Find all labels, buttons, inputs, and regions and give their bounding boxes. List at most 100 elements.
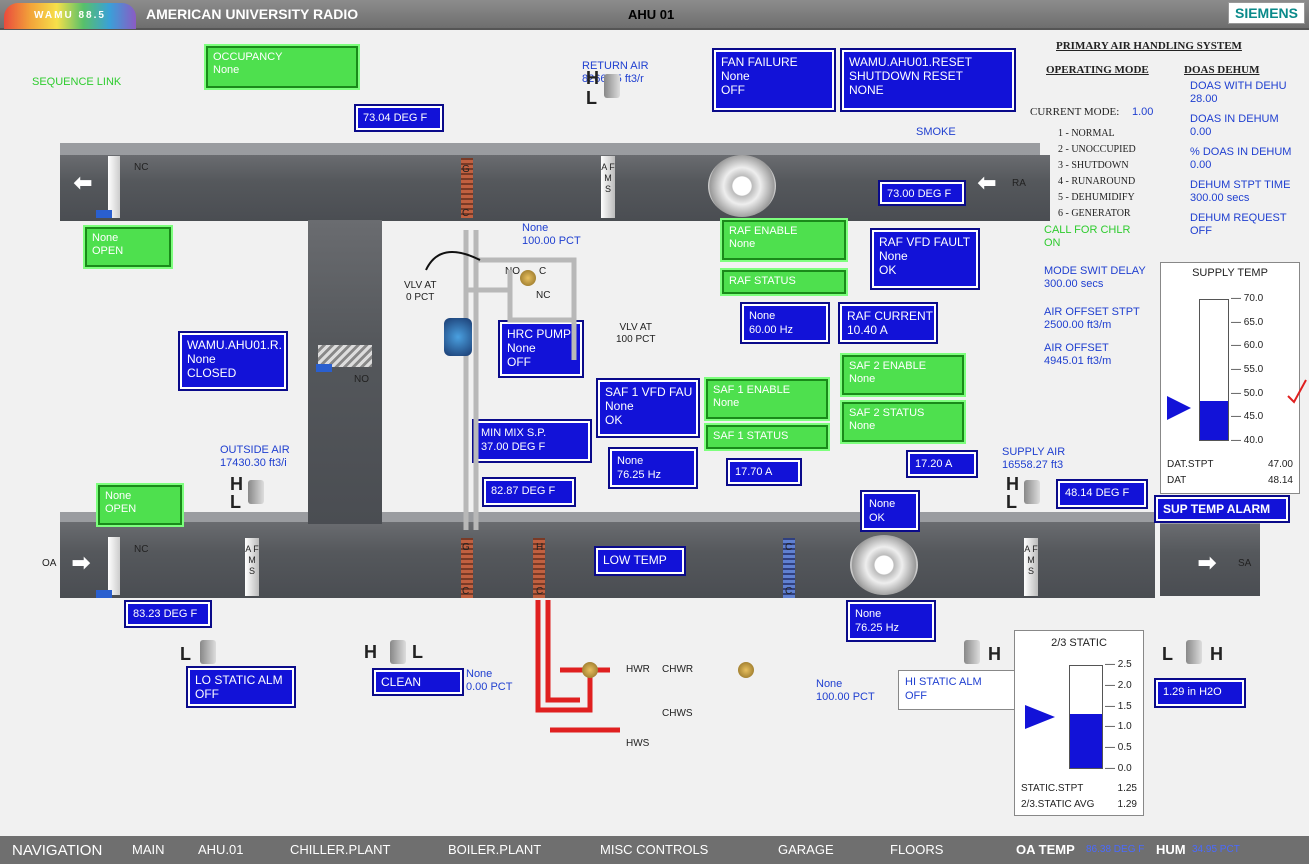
raf-vfd-fault[interactable]: RAF VFD FAULT None OK bbox=[870, 228, 980, 290]
saf2-speed[interactable]: None 76.25 Hz bbox=[846, 600, 936, 642]
saf2-speed-cmd: None bbox=[855, 608, 882, 620]
doas-list: DOAS WITH DEHU 28.00 DOAS IN DEHUM 0.00% DO… bbox=[1190, 80, 1291, 245]
air-offset-stpt: AIR OFFSET STPT 2500.00 ft3/m bbox=[1044, 306, 1140, 332]
tick-label: — 1.5 bbox=[1105, 700, 1132, 712]
return-fan[interactable] bbox=[708, 155, 776, 217]
hrc-valve-icon[interactable] bbox=[520, 270, 536, 286]
nc-label: NC bbox=[134, 162, 149, 173]
coil-c-label-5: C bbox=[785, 586, 793, 597]
supply-air-temp[interactable]: 48.14 DEG F bbox=[1056, 479, 1148, 509]
occupancy-status[interactable]: OCCUPANCY None bbox=[204, 44, 360, 90]
nav-hum-value: 34.95 PCT bbox=[1192, 844, 1240, 855]
raf-speed[interactable]: None 60.00 Hz bbox=[740, 302, 830, 344]
supply-air-value: 16558.27 ft3 bbox=[1002, 459, 1064, 471]
raf-enable-value: None bbox=[729, 238, 756, 250]
header-bar: WAMU 88.5 AMERICAN UNIVERSITY RADIO AHU … bbox=[0, 0, 1309, 30]
supply-temp-bar bbox=[1199, 299, 1229, 441]
raf-current[interactable]: RAF CURRENT 10.40 A bbox=[838, 302, 938, 344]
supply-air-title: SUPPLY AIR bbox=[1002, 446, 1066, 458]
dat-value: 48.14 bbox=[1267, 475, 1293, 486]
station-title: AMERICAN UNIVERSITY RADIO bbox=[146, 6, 359, 22]
cooling-valve-icon[interactable] bbox=[738, 662, 754, 678]
occupancy-title: OCCUPANCY bbox=[213, 51, 283, 63]
exhaust-damper-status[interactable]: None OPEN bbox=[83, 225, 173, 269]
hi-static-alarm[interactable]: HI STATIC ALM OFF bbox=[898, 670, 1018, 710]
current-mode-label: CURRENT MODE: bbox=[1030, 106, 1120, 118]
nav-main[interactable]: MAIN bbox=[132, 842, 165, 857]
cooling-valve-cmd: None bbox=[816, 678, 843, 690]
call-chlr-label: CALL FOR CHLR bbox=[1044, 224, 1131, 236]
hrc-pump-icon[interactable] bbox=[444, 318, 472, 356]
lo-static-alarm[interactable]: LO STATIC ALM OFF bbox=[186, 666, 296, 708]
supply-fan[interactable] bbox=[850, 535, 918, 595]
relief-damper-cmd: None bbox=[187, 352, 216, 366]
static-bar bbox=[1069, 665, 1103, 769]
smoke-det-cmd: None bbox=[869, 498, 896, 510]
saf1-amps[interactable]: 17.70 A bbox=[726, 458, 802, 486]
hi-static-sensor bbox=[964, 640, 980, 664]
exhaust-damper[interactable] bbox=[108, 156, 120, 218]
raf-enable[interactable]: RAF ENABLE None bbox=[720, 218, 848, 262]
relief-damper[interactable]: WAMU.AHU01.R. None CLOSED bbox=[178, 331, 288, 391]
tick-label: — 50.0 bbox=[1231, 387, 1264, 399]
outside-air-title: OUTSIDE AIR bbox=[220, 444, 290, 456]
reset-label: SHUTDOWN RESET bbox=[849, 69, 963, 83]
static-stpt-value: 1.25 bbox=[1117, 783, 1137, 794]
static-pressure-value[interactable]: 1.29 in H2O bbox=[1154, 678, 1246, 708]
nav-floors[interactable]: FLOORS bbox=[890, 842, 943, 857]
relief-damper-state: CLOSED bbox=[187, 366, 237, 380]
saf2-enable-title: SAF 2 ENABLE bbox=[849, 360, 927, 372]
saf2-status[interactable]: SAF 2 STATUS None bbox=[840, 400, 966, 444]
outside-air-damper[interactable] bbox=[108, 537, 120, 595]
oa-airflow-sensor bbox=[248, 480, 264, 504]
supply-temp-gauge: SUPPLY TEMP — 70.0 — 65.0 — 60.0 — 55.0 — 50… bbox=[1160, 262, 1300, 494]
static-avg-label: 2/3.STATIC AVG bbox=[1021, 799, 1095, 810]
tick-label: — 1.0 bbox=[1105, 721, 1132, 733]
saf1-status[interactable]: SAF 1 STATUS bbox=[704, 423, 830, 451]
saf2-amps[interactable]: 17.20 A bbox=[906, 450, 978, 478]
nav-garage[interactable]: GARAGE bbox=[778, 842, 834, 857]
static-fill bbox=[1070, 714, 1102, 768]
doas-item-value: OFF bbox=[1190, 225, 1212, 237]
mixed-air-temp[interactable]: 73.04 DEG F bbox=[354, 104, 444, 132]
mode-item: 2 - UNOCCUPIED bbox=[1058, 144, 1136, 155]
shutdown-reset[interactable]: WAMU.AHU01.RESET SHUTDOWN RESET NONE bbox=[840, 48, 1016, 112]
saf2-enable[interactable]: SAF 2 ENABLE None bbox=[840, 353, 966, 397]
nav-chiller-plant[interactable]: CHILLER.PLANT bbox=[290, 842, 390, 857]
raf-enable-title: RAF ENABLE bbox=[729, 225, 798, 237]
mode-item: 1 - NORMAL bbox=[1058, 128, 1115, 139]
doas-item-value: 0.00 bbox=[1190, 126, 1212, 138]
tick-label: — 60.0 bbox=[1231, 340, 1264, 352]
hi-static-title: HI STATIC ALM bbox=[905, 676, 982, 688]
return-air-temp[interactable]: 73.00 DEG F bbox=[878, 180, 966, 206]
nav-boiler-plant[interactable]: BOILER.PLANT bbox=[448, 842, 541, 857]
fan-failure[interactable]: FAN FAILURE None OFF bbox=[712, 48, 836, 112]
saf1-enable-title: SAF 1 ENABLE bbox=[713, 384, 791, 396]
siemens-logo: SIEMENS bbox=[1227, 2, 1305, 24]
sa-hl-h: H bbox=[1006, 474, 1019, 494]
nav-ahu01[interactable]: AHU.01 bbox=[198, 842, 244, 857]
outside-air-temp[interactable]: 83.23 DEG F bbox=[124, 600, 212, 628]
operating-mode-title: OPERATING MODE bbox=[1046, 64, 1149, 76]
reset-value: NONE bbox=[849, 83, 884, 97]
oa-damper-status[interactable]: None OPEN bbox=[96, 483, 184, 527]
static-stpt-label: STATIC.STPT bbox=[1021, 783, 1084, 794]
tick-label: — 65.0 bbox=[1231, 316, 1264, 328]
raf-status[interactable]: RAF STATUS bbox=[720, 268, 848, 296]
air-offset-label: AIR OFFSET bbox=[1044, 342, 1109, 354]
heating-valve-icon[interactable] bbox=[582, 662, 598, 678]
reset-title: WAMU.AHU01.RESET bbox=[849, 55, 972, 69]
smoke-detector-status[interactable]: None OK bbox=[860, 490, 920, 532]
oa-damper-cmd: None bbox=[105, 490, 132, 502]
saf1-enable[interactable]: SAF 1 ENABLE None bbox=[704, 377, 830, 421]
fan-failure-cmd: None bbox=[721, 69, 750, 83]
sup-temp-alarm[interactable]: SUP TEMP ALARM bbox=[1154, 495, 1290, 523]
sequence-link[interactable]: SEQUENCE LINK bbox=[32, 76, 121, 89]
nav-misc-controls[interactable]: MISC CONTROLS bbox=[600, 842, 708, 857]
supply-afms: A F M S bbox=[1024, 538, 1038, 596]
tick-label: — 45.0 bbox=[1231, 411, 1264, 423]
air-offset-value: 4945.01 ft3/m bbox=[1044, 355, 1112, 367]
nc-label-2: NC bbox=[134, 544, 149, 555]
mode-item: 6 - GENERATOR bbox=[1058, 208, 1131, 219]
lo-static-title: LO STATIC ALM bbox=[195, 673, 283, 687]
